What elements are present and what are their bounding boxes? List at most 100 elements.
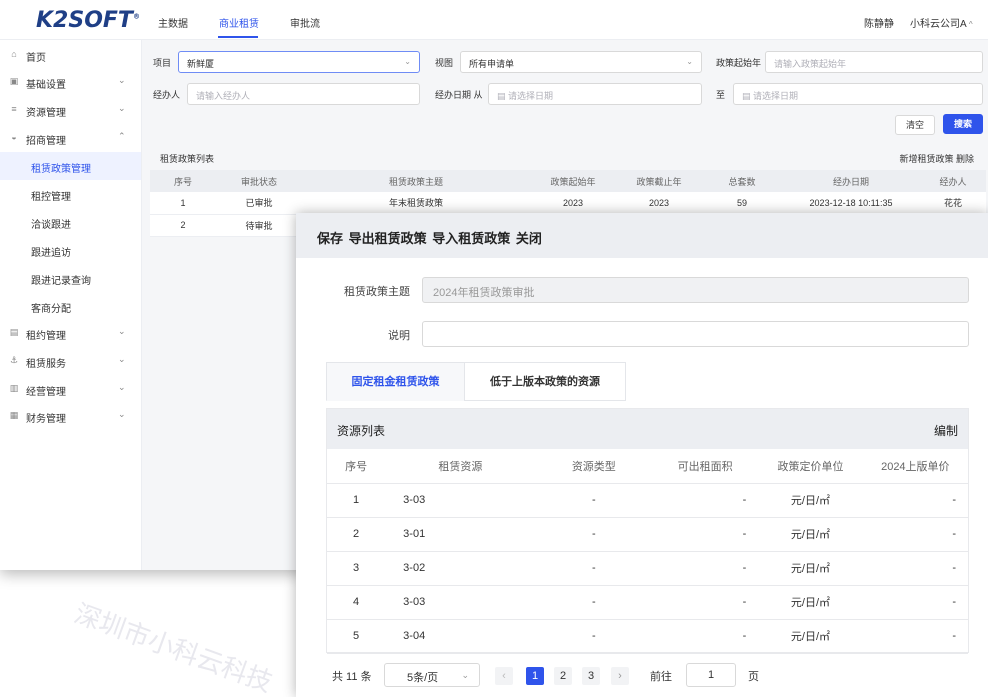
description-label: 说明 bbox=[388, 330, 410, 342]
project-select[interactable]: 新鲜厦 ⌄ bbox=[178, 51, 420, 73]
date-from-picker[interactable]: ▤ 请选择日期 bbox=[488, 83, 702, 105]
column-header: 租赁政策主题 bbox=[302, 170, 530, 192]
subject-input[interactable]: 2024年租赁政策审批 bbox=[422, 277, 969, 303]
operation-icon: ▥ bbox=[9, 383, 19, 393]
settings-icon: ▣ bbox=[9, 76, 19, 86]
date-from-label: 经办日期 从 bbox=[435, 90, 483, 100]
column-header: 2024上版单价 bbox=[862, 449, 968, 484]
watermark: 深圳市小科云科技 bbox=[70, 599, 277, 697]
sidebar-item-contract-management[interactable]: ▤ 租约管理 ⌄ bbox=[0, 319, 141, 347]
view-select[interactable]: 所有申请单 ⌄ bbox=[460, 51, 702, 73]
table-row[interactable]: 3 3-02- - 元/日/㎡ - bbox=[327, 551, 968, 586]
sidebar-item-merchant-allocation[interactable]: 客商分配 bbox=[0, 292, 141, 320]
chevron-down-icon: ⌄ bbox=[118, 409, 126, 419]
chevron-down-icon: ⌄ bbox=[118, 326, 126, 336]
chevron-down-icon: ⌄ bbox=[118, 382, 126, 392]
column-header: 经办日期 bbox=[782, 170, 920, 192]
calendar-icon: ▤ bbox=[742, 91, 751, 101]
chevron-down-icon: ⌄ bbox=[118, 103, 126, 113]
chevron-down-icon: ⌄ bbox=[404, 57, 411, 66]
contract-icon: ▤ bbox=[9, 327, 19, 337]
column-header: 租赁资源 bbox=[385, 449, 536, 484]
table-header-row: 序号 租赁资源 资源类型 可出租面积 政策定价单位 2024上版单价 bbox=[327, 449, 968, 484]
pagination: 共 11 条 5条/页 ⌄ ‹ 1 2 3 › 前往 1 页 bbox=[332, 663, 972, 689]
column-header: 可出租面积 bbox=[652, 449, 759, 484]
sidebar-item-resource-management[interactable]: ≡ 资源管理 ⌄ bbox=[0, 96, 141, 124]
column-header: 总套数 bbox=[702, 170, 782, 192]
table-row[interactable]: 1 3-03- - 元/日/㎡ - bbox=[327, 483, 968, 518]
date-to-label: 至 bbox=[716, 90, 726, 100]
sidebar: ⌂ 首页 ▣ 基础设置 ⌄ ≡ 资源管理 ⌄ ◒ 招商管理 ⌃ 租赁政策管理 租控管理 洽谈跟… bbox=[0, 40, 142, 570]
policy-list-actions[interactable]: 新增租赁政策 删除 bbox=[899, 152, 974, 165]
sidebar-item-operation-management[interactable]: ▥ 经营管理 ⌄ bbox=[0, 375, 141, 403]
total-count: 共 11 条 bbox=[332, 671, 372, 683]
policy-edit-modal: 保存 导出租赁政策 导入租赁政策 关闭 租赁政策主题 2024年租赁政策审批 说… bbox=[296, 213, 988, 697]
tab-below-previous-version[interactable]: 低于上版本政策的资源 bbox=[464, 362, 626, 401]
page-button-2[interactable]: 2 bbox=[554, 667, 572, 685]
next-page-button[interactable]: › bbox=[611, 667, 629, 685]
sidebar-item-home[interactable]: ⌂ 首页 bbox=[0, 41, 141, 69]
view-label: 视图 bbox=[435, 58, 454, 68]
home-icon: ⌂ bbox=[11, 49, 17, 59]
sidebar-item-lease-policy[interactable]: 租赁政策管理 bbox=[0, 152, 141, 180]
table-row[interactable]: 1 已审批 年末租赁政策 2023 2023 59 2023-12-18 10:11:35 花… bbox=[150, 192, 986, 215]
table-row[interactable]: 5 3-04- - 元/日/㎡ - bbox=[327, 619, 968, 654]
page-size-select[interactable]: 5条/页 ⌄ bbox=[384, 663, 480, 687]
sidebar-item-negotiation[interactable]: 洽谈跟进 bbox=[0, 208, 141, 236]
date-to-picker[interactable]: ▤ 请选择日期 bbox=[733, 83, 983, 105]
sidebar-item-basic-settings[interactable]: ▣ 基础设置 ⌄ bbox=[0, 68, 141, 96]
finance-icon: ▦ bbox=[9, 410, 19, 420]
user-name[interactable]: 陈静静 bbox=[864, 15, 894, 30]
chevron-up-icon: ⌃ bbox=[118, 131, 126, 141]
chevron-down-icon: ⌄ bbox=[118, 354, 126, 364]
edit-button[interactable]: 编制 bbox=[934, 422, 958, 439]
resource-icon: ≡ bbox=[11, 104, 17, 114]
handler-input[interactable]: 请输入经办人 bbox=[187, 83, 420, 105]
column-header: 审批状态 bbox=[216, 170, 302, 192]
calendar-icon: ▤ bbox=[497, 91, 506, 101]
search-button[interactable]: 搜索 bbox=[943, 114, 983, 134]
start-year-input[interactable]: 请输入政策起始年 bbox=[765, 51, 983, 73]
chevron-up-icon: ^ bbox=[968, 20, 973, 29]
company-selector[interactable]: 小科云公司A ^ bbox=[910, 15, 973, 30]
subject-label: 租赁政策主题 bbox=[344, 286, 410, 298]
goto-page-input[interactable]: 1 bbox=[686, 663, 736, 687]
active-tab-indicator bbox=[218, 36, 258, 38]
table-row[interactable]: 4 3-03- - 元/日/㎡ - bbox=[327, 585, 968, 620]
sidebar-item-follow-up[interactable]: 跟进追访 bbox=[0, 236, 141, 264]
description-input[interactable] bbox=[422, 321, 969, 347]
column-header: 政策定价单位 bbox=[758, 449, 863, 484]
table-row[interactable]: 2 3-01- - 元/日/㎡ - bbox=[327, 517, 968, 552]
page-button-3[interactable]: 3 bbox=[582, 667, 600, 685]
project-label: 项目 bbox=[153, 58, 172, 68]
tab-commercial-lease[interactable]: 商业租赁 bbox=[219, 15, 259, 30]
chevron-down-icon: ⌄ bbox=[118, 75, 126, 85]
modal-toolbar[interactable]: 保存 导出租赁政策 导入租赁政策 关闭 bbox=[296, 213, 988, 258]
prev-page-button[interactable]: ‹ bbox=[495, 667, 513, 685]
resource-list-title: 资源列表 bbox=[337, 424, 386, 438]
sidebar-item-finance-management[interactable]: ▦ 财务管理 ⌄ bbox=[0, 402, 141, 430]
page-button-1[interactable]: 1 bbox=[526, 667, 544, 685]
sidebar-item-lease-control[interactable]: 租控管理 bbox=[0, 180, 141, 208]
policy-list-header: 租赁政策列表 新增租赁政策 删除 bbox=[150, 147, 986, 167]
column-header: 政策起始年 bbox=[530, 170, 616, 192]
resource-table: 序号 租赁资源 资源类型 可出租面积 政策定价单位 2024上版单价 1 3-03… bbox=[327, 449, 968, 654]
page-suffix: 页 bbox=[748, 671, 759, 683]
column-header: 序号 bbox=[150, 170, 216, 192]
sidebar-item-follow-up-records[interactable]: 跟进记录查询 bbox=[0, 264, 141, 292]
tab-fixed-rent-policy[interactable]: 固定租金租赁政策 bbox=[326, 362, 465, 401]
sidebar-item-lease-service[interactable]: ⚓ 租赁服务 ⌄ bbox=[0, 347, 141, 375]
start-year-label: 政策起始年 bbox=[716, 58, 762, 68]
investment-icon: ◒ bbox=[11, 132, 17, 142]
chevron-down-icon: ⌄ bbox=[686, 57, 693, 66]
policy-list-title: 租赁政策列表 bbox=[160, 154, 215, 164]
tab-master-data[interactable]: 主数据 bbox=[158, 15, 188, 30]
resource-list-panel: 资源列表 编制 序号 租赁资源 资源类型 可出租面积 政策定价单位 2024上版… bbox=[326, 408, 969, 654]
clear-button[interactable]: 清空 bbox=[895, 115, 935, 135]
goto-label: 前往 bbox=[650, 671, 672, 683]
resource-list-header: 资源列表 编制 bbox=[327, 409, 968, 449]
table-header-row: 序号 审批状态 租赁政策主题 政策起始年 政策截止年 总套数 经办日期 经办人 bbox=[150, 170, 986, 192]
tab-approval-flow[interactable]: 审批流 bbox=[290, 15, 320, 30]
sidebar-item-investment-management[interactable]: ◒ 招商管理 ⌃ bbox=[0, 124, 141, 152]
column-header: 序号 bbox=[327, 449, 386, 484]
